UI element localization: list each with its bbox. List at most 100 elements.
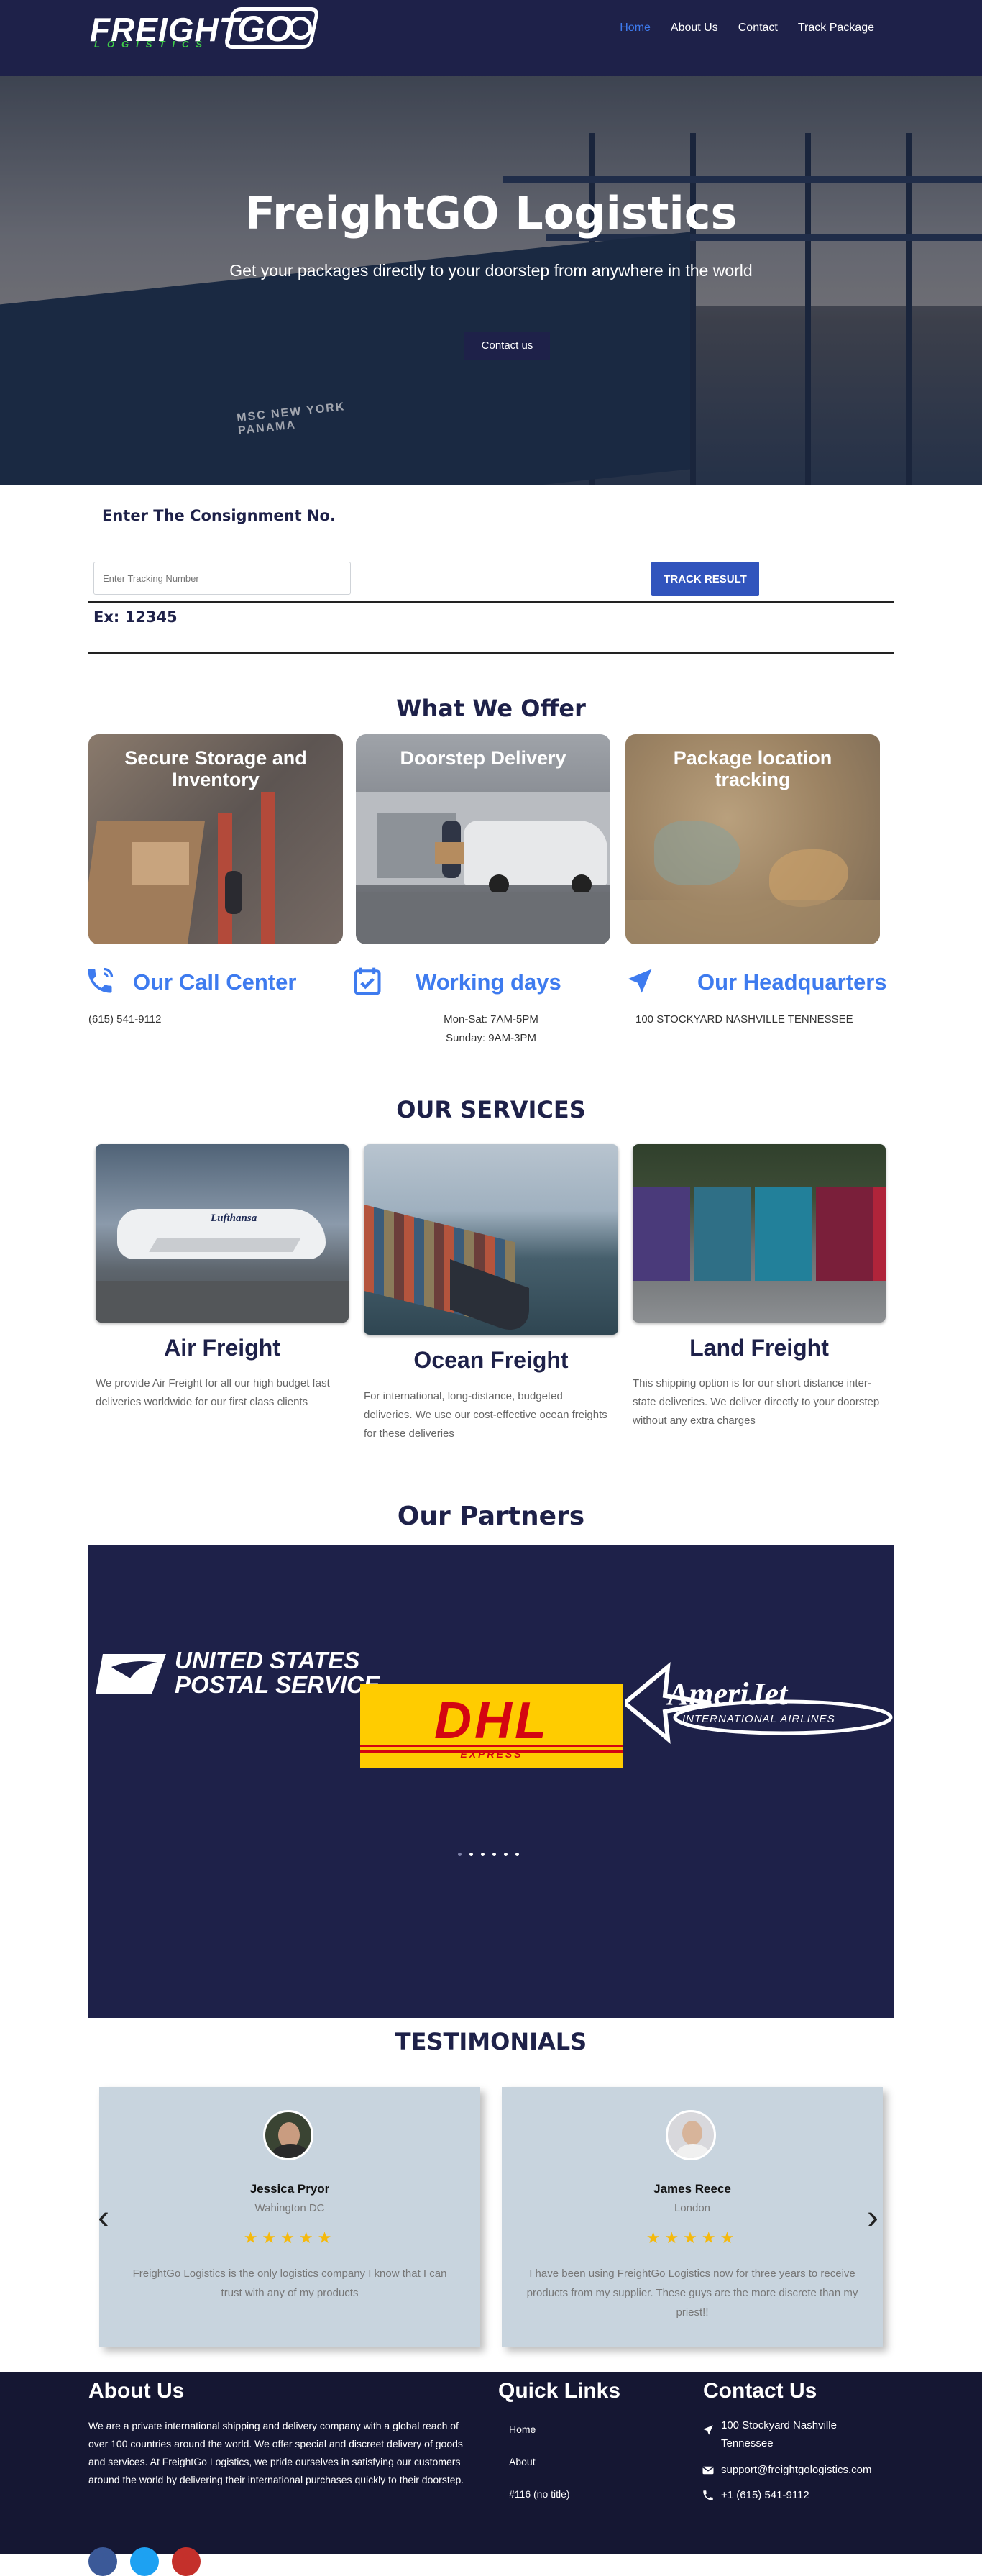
air-freight-text: We provide Air Freight for all our high …: [96, 1377, 330, 1408]
contact-us-button[interactable]: Contact us: [464, 332, 550, 360]
map-region-decor: [654, 821, 740, 885]
logo-go-text: GO: [237, 9, 293, 49]
nav-contact[interactable]: Contact: [738, 22, 778, 35]
testimonial-name: James Reece: [653, 2182, 731, 2196]
ground-decor: [356, 892, 610, 944]
hero-subtitle: Get your packages directly to your doors…: [229, 261, 753, 280]
location-arrow-icon: [703, 2425, 713, 2435]
next-arrow-icon[interactable]: ›: [867, 2201, 878, 2235]
offer-card-storage[interactable]: Secure Storage and Inventory: [88, 734, 343, 944]
consignment-title: Enter The Consignment No.: [102, 507, 336, 524]
call-center-phone[interactable]: (615) 541-9112: [88, 1010, 161, 1029]
dhl-logo[interactable]: DHL EXPRESS: [360, 1684, 623, 1768]
working-days-title: Working days: [416, 969, 561, 995]
freightgo-logo[interactable]: FREIGHT LOGISTICS GO: [90, 6, 321, 50]
worker-decor: [225, 871, 242, 914]
footer-link-home[interactable]: Home: [509, 2424, 536, 2435]
carousel-dot[interactable]: [504, 1853, 508, 1856]
ocean-freight-text: For international, long-distance, budget…: [364, 1390, 607, 1440]
air-freight-title: Air Freight: [164, 1335, 280, 1361]
usps-name: UNITED STATES POSTAL SERVICE: [175, 1647, 380, 1698]
nav-track-package[interactable]: Track Package: [798, 22, 874, 35]
dhl-wordmark: DHL: [434, 1692, 549, 1750]
footer-contact-title: Contact Us: [703, 2379, 817, 2403]
call-center-title: Our Call Center: [133, 969, 297, 995]
prev-arrow-icon[interactable]: ‹: [98, 2201, 109, 2235]
logo-go-badge: GO: [223, 7, 321, 49]
land-freight-title: Land Freight: [689, 1335, 829, 1361]
amerijet-logo[interactable]: AmeriJet INTERNATIONAL AIRLINES: [625, 1645, 894, 1753]
offer-card-delivery[interactable]: Doorstep Delivery: [356, 734, 610, 944]
air-freight-image: Lufthansa: [96, 1144, 349, 1323]
logo-subword: LOGISTICS: [94, 39, 210, 50]
hero-banner: MSC NEW YORK PANAMA FreightGO Logistics G…: [0, 76, 982, 485]
testimonial-name: Jessica Pryor: [249, 2182, 330, 2196]
offer-section-title: What We Offer: [396, 695, 586, 722]
map-region-decor: [625, 900, 880, 944]
footer-link-about[interactable]: About: [509, 2456, 536, 2467]
offer-card-title: Secure Storage and Inventory: [124, 747, 307, 790]
tracking-example: Ex: 12345: [93, 608, 178, 626]
avatar: [666, 2110, 716, 2160]
tarmac-decor: [96, 1281, 349, 1323]
testimonials-section-title: TESTIMONIALS: [395, 2028, 587, 2055]
headquarters-address: 100 STOCKYARD NASHVILLE TENNESSEE: [635, 1013, 853, 1026]
map-region-decor: [769, 849, 848, 907]
track-result-button[interactable]: TRACK RESULT: [651, 562, 759, 596]
carousel-dot[interactable]: [492, 1853, 496, 1856]
twitter-icon[interactable]: [130, 2547, 159, 2576]
location-arrow-icon: [628, 969, 652, 993]
testimonial-quote: I have been using FreightGo Logistics no…: [526, 2267, 858, 2319]
amerijet-subtitle: INTERNATIONAL AIRLINES: [682, 1713, 835, 1725]
headquarters-title: Our Headquarters: [697, 969, 887, 995]
testimonial-card: Jessica Pryor Wahington DC ★★★★★ Freight…: [99, 2087, 480, 2347]
carousel-dot[interactable]: [481, 1853, 485, 1856]
truck-decor: [633, 1187, 690, 1281]
offer-card-title: Package location tracking: [673, 747, 832, 790]
calendar-check-icon: [354, 967, 381, 995]
rating-stars: ★★★★★: [243, 2229, 336, 2247]
ocean-freight-title: Ocean Freight: [413, 1347, 569, 1373]
footer-link-untitled[interactable]: #116 (no title): [509, 2488, 570, 2500]
plane-livery-text: Lufthansa: [211, 1212, 257, 1224]
testimonial-card: James Reece London ★★★★★ I have been usi…: [502, 2087, 883, 2347]
usps-logo[interactable]: UNITED STATES POSTAL SERVICE: [96, 1645, 380, 1703]
footer-address: 100 Stockyard Nashville Tennessee: [721, 2419, 837, 2449]
footer-phone[interactable]: +1 (615) 541-9112: [721, 2486, 809, 2504]
offer-card-title: Doorstep Delivery: [400, 747, 566, 769]
dhl-stripe: [360, 1745, 623, 1747]
truck-decor: [816, 1187, 873, 1281]
nav-about-us[interactable]: About Us: [671, 22, 718, 35]
phone-icon: [88, 967, 114, 993]
facebook-icon[interactable]: [88, 2547, 117, 2576]
amerijet-wordmark: AmeriJet: [668, 1676, 788, 1712]
ocean-freight-image: [364, 1144, 618, 1335]
services-section-title: OUR SERVICES: [396, 1096, 586, 1123]
carousel-dot[interactable]: [458, 1853, 462, 1856]
nav-home[interactable]: Home: [620, 22, 651, 35]
land-freight-image: [633, 1144, 886, 1323]
site-footer: About Us We are a private international …: [0, 2372, 982, 2576]
rack-decor: [261, 792, 275, 944]
main-menu: Home About Us Contact Track Package: [620, 22, 874, 35]
partners-section-title: Our Partners: [397, 1502, 585, 1531]
tracking-number-input[interactable]: [93, 562, 351, 595]
phone-icon: [703, 2490, 713, 2500]
testimonial-quote: FreightGo Logistics is the only logistic…: [132, 2267, 447, 2299]
wheel-decor: [489, 874, 509, 895]
footer-about-title: About Us: [88, 2379, 185, 2403]
footer-links-title: Quick Links: [498, 2379, 621, 2403]
carousel-dot[interactable]: [515, 1853, 519, 1856]
land-freight-text: This shipping option is for our short di…: [633, 1377, 880, 1427]
parcel-decor: [435, 842, 464, 864]
eagle-icon: [96, 1654, 166, 1694]
youtube-icon[interactable]: [172, 2547, 201, 2576]
offer-card-tracking[interactable]: Package location tracking: [625, 734, 880, 944]
testimonial-location: London: [674, 2202, 711, 2214]
truck-decor: [755, 1187, 812, 1281]
footer-email[interactable]: support@freightgologistics.com: [721, 2461, 872, 2479]
top-navbar: FREIGHT LOGISTICS GO Home About Us Conta…: [0, 0, 982, 76]
avatar: [263, 2110, 313, 2160]
footer-about-text: We are a private international shipping …: [88, 2420, 464, 2485]
carousel-dot[interactable]: [469, 1853, 473, 1856]
